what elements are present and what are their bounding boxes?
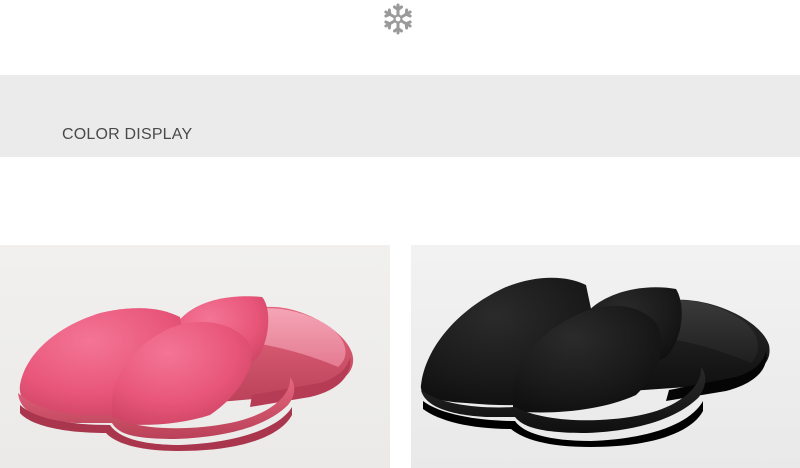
section-title: COLOR DISPLAY [62, 126, 193, 143]
product-photo-pink [0, 245, 390, 468]
snowflake-icon [380, 2, 416, 36]
section-banner [0, 75, 800, 157]
product-photo-black [411, 245, 800, 468]
